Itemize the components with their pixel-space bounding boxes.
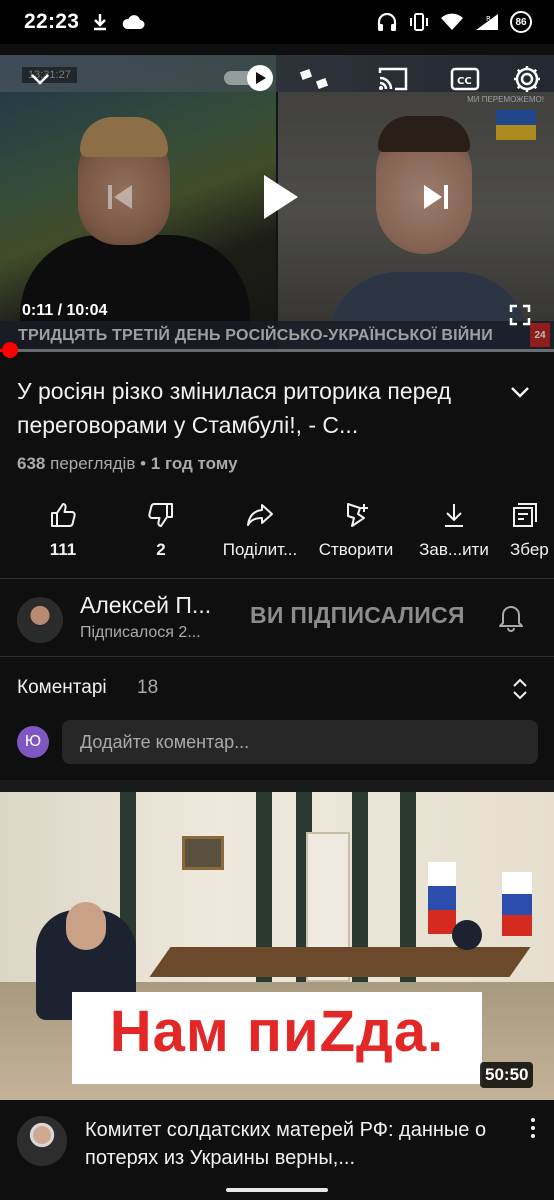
thumb-person-head bbox=[66, 902, 106, 950]
channel-name[interactable]: Алексей П... bbox=[80, 592, 211, 619]
video-player[interactable]: 13:31:27 МИ ПЕРЕМОЖЕМО! ТРИДЦЯТЬ ТРЕТІЙ … bbox=[0, 55, 554, 352]
next-video-title[interactable]: Комитет солдатских матерей РФ: данные о … bbox=[85, 1116, 515, 1172]
channel-subscribers: Підписалося 2... bbox=[80, 624, 201, 641]
next-video-info[interactable]: Комитет солдатских матерей РФ: данные о … bbox=[0, 1100, 554, 1200]
save-icon bbox=[513, 503, 537, 527]
views-count: 638 bbox=[17, 454, 46, 473]
next-icon[interactable] bbox=[416, 177, 456, 217]
dislike-button[interactable]: 2 bbox=[136, 500, 186, 560]
play-icon[interactable] bbox=[254, 167, 306, 227]
user-avatar: Ю bbox=[17, 726, 49, 758]
player-time: 0:11 / 10:04 bbox=[22, 302, 108, 319]
bell-icon[interactable] bbox=[497, 602, 525, 632]
previous-icon[interactable] bbox=[100, 177, 140, 217]
flag-presidential bbox=[502, 872, 532, 936]
video-meta[interactable]: 638 переглядів • 1 год тому bbox=[17, 454, 238, 474]
meta-separator: • bbox=[140, 454, 147, 473]
channel-avatar[interactable] bbox=[17, 597, 63, 643]
home-indicator[interactable] bbox=[226, 1188, 328, 1192]
settings-gear-icon[interactable] bbox=[510, 62, 544, 96]
upload-time: 1 год тому bbox=[150, 454, 238, 473]
comments-section[interactable]: Коментарі 18 Ю Додайте коментар... bbox=[0, 658, 554, 778]
svg-text:CC: CC bbox=[457, 76, 472, 87]
status-left-icons bbox=[91, 12, 145, 32]
subscribed-button[interactable]: ВИ ПІДПИСАЛИСЯ bbox=[250, 602, 465, 629]
next-video-thumbnail[interactable]: Нам пиZда. 50:50 bbox=[0, 792, 554, 1100]
battery-indicator: 86 bbox=[510, 11, 532, 33]
mix-icon[interactable] bbox=[296, 61, 332, 97]
divider bbox=[0, 578, 554, 579]
comments-count: 18 bbox=[137, 677, 159, 698]
download-icon bbox=[445, 504, 463, 527]
status-time: 22:23 bbox=[24, 10, 80, 33]
action-bar: 111 2 Поділит... Створити Зав...ити Збер bbox=[0, 500, 554, 570]
thumb-painting bbox=[182, 836, 224, 870]
cloud-icon bbox=[122, 15, 145, 29]
download-label: Зав...ити bbox=[419, 540, 489, 559]
like-button[interactable]: 111 bbox=[38, 500, 88, 560]
expand-comments-icon[interactable] bbox=[509, 676, 531, 702]
more-options-icon[interactable] bbox=[527, 1116, 539, 1140]
save-label: Збер bbox=[510, 540, 549, 559]
download-button[interactable]: Зав...ити bbox=[408, 500, 500, 560]
video-title-text: У росіян різко змінилася риторика перед … bbox=[17, 378, 452, 438]
save-button[interactable]: Збер bbox=[510, 500, 554, 560]
thumb-up-icon bbox=[51, 503, 76, 527]
section-gap bbox=[0, 780, 554, 792]
download-icon bbox=[94, 14, 107, 31]
create-button[interactable]: Створити bbox=[308, 500, 404, 560]
vibrate-icon bbox=[410, 13, 428, 31]
video-title[interactable]: У росіян різко змінилася риторика перед … bbox=[17, 374, 487, 442]
headphones-icon bbox=[377, 12, 397, 31]
create-icon bbox=[347, 503, 368, 527]
signal-icon: R bbox=[476, 14, 498, 30]
channel-row[interactable]: Алексей П... Підписалося 2... ВИ ПІДПИСА… bbox=[0, 580, 554, 656]
minimize-chevron-icon[interactable] bbox=[26, 65, 54, 93]
expand-description-chevron-icon[interactable] bbox=[506, 378, 534, 406]
svg-text:R: R bbox=[486, 15, 491, 23]
cast-icon[interactable] bbox=[376, 63, 410, 95]
share-button[interactable]: Поділит... bbox=[210, 500, 310, 560]
next-channel-avatar[interactable] bbox=[17, 1116, 67, 1166]
captions-icon[interactable]: CC bbox=[447, 63, 483, 95]
fullscreen-icon[interactable] bbox=[506, 301, 534, 329]
comments-title: Коментарі bbox=[17, 677, 107, 698]
progress-scrubber[interactable] bbox=[1, 342, 18, 358]
wifi-icon bbox=[441, 13, 463, 30]
next-video-title-text: Комитет солдатских матерей РФ: данные о … bbox=[85, 1119, 487, 1169]
thumb-table bbox=[149, 947, 531, 977]
create-label: Створити bbox=[318, 540, 394, 559]
status-right: R 86 bbox=[376, 11, 532, 33]
share-icon bbox=[247, 504, 273, 526]
progress-bar[interactable] bbox=[0, 349, 554, 352]
divider bbox=[0, 656, 554, 657]
like-count: 111 bbox=[49, 540, 77, 559]
comment-input[interactable]: Додайте коментар... bbox=[62, 720, 538, 764]
thumbnail-caption: Нам пиZда. bbox=[109, 999, 445, 1064]
flag-russia bbox=[428, 862, 456, 934]
share-label: Поділит... bbox=[222, 540, 298, 559]
dislike-count: 2 bbox=[156, 540, 166, 559]
autoplay-toggle[interactable] bbox=[222, 64, 280, 92]
thumb-person bbox=[452, 920, 482, 950]
thumb-down-icon bbox=[148, 503, 173, 527]
video-duration-badge: 50:50 bbox=[480, 1062, 534, 1088]
status-bar: 22:23 R 86 bbox=[0, 0, 554, 44]
views-label: переглядів bbox=[50, 454, 136, 473]
